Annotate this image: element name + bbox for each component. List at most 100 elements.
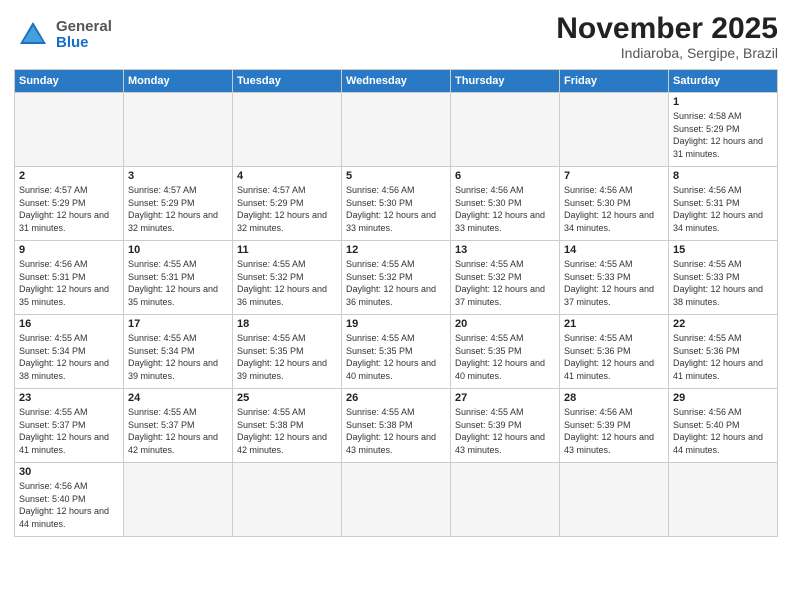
- calendar-header-saturday: Saturday: [669, 70, 778, 93]
- logo-text: General Blue: [56, 19, 112, 52]
- calendar-cell: [233, 463, 342, 537]
- day-info: Sunrise: 4:55 AM Sunset: 5:31 PM Dayligh…: [128, 258, 228, 308]
- page: General Blue November 2025 Indiaroba, Se…: [0, 0, 792, 612]
- calendar-cell: 3 Sunrise: 4:57 AM Sunset: 5:29 PM Daylig…: [124, 167, 233, 241]
- day-number: 2: [19, 170, 119, 182]
- calendar-cell: 19Sunrise: 4:55 AM Sunset: 5:35 PM Dayli…: [342, 315, 451, 389]
- day-info: Sunrise: 4:55 AM Sunset: 5:37 PM Dayligh…: [128, 406, 228, 456]
- calendar-week-row: 2 Sunrise: 4:57 AM Sunset: 5:29 PM Daylig…: [15, 167, 778, 241]
- day-number: 20: [455, 318, 555, 330]
- title-area: November 2025 Indiaroba, Sergipe, Brazil: [556, 12, 778, 61]
- calendar-cell: [669, 463, 778, 537]
- logo-general: General: [56, 18, 112, 35]
- day-number: 23: [19, 392, 119, 404]
- day-number: 17: [128, 318, 228, 330]
- calendar-cell: 16 Sunrise: 4:55 AM Sunset: 5:34 PM Dayli…: [15, 315, 124, 389]
- calendar-cell: 15Sunrise: 4:55 AM Sunset: 5:33 PM Dayli…: [669, 241, 778, 315]
- day-number: 21: [564, 318, 664, 330]
- calendar-cell: 21 Sunrise: 4:55 AM Sunset: 5:36 PM Dayli…: [560, 315, 669, 389]
- day-info: Sunrise: 4:55 AM Sunset: 5:37 PM Dayligh…: [19, 406, 119, 456]
- header: General Blue November 2025 Indiaroba, Se…: [14, 12, 778, 61]
- calendar-cell: [342, 463, 451, 537]
- calendar-week-row: 16 Sunrise: 4:55 AM Sunset: 5:34 PM Dayli…: [15, 315, 778, 389]
- day-info: Sunrise: 4:55 AM Sunset: 5:32 PM Dayligh…: [346, 258, 446, 308]
- day-info: Sunrise: 4:55 AM Sunset: 5:34 PM Dayligh…: [19, 332, 119, 382]
- calendar-cell: 12 Sunrise: 4:55 AM Sunset: 5:32 PM Dayli…: [342, 241, 451, 315]
- day-number: 5: [346, 170, 446, 182]
- day-info: Sunrise: 4:55 AM Sunset: 5:35 PM Dayligh…: [455, 332, 555, 382]
- day-info: Sunrise: 4:57 AM Sunset: 5:29 PM Dayligh…: [128, 184, 228, 234]
- calendar-cell: 5 Sunrise: 4:56 AM Sunset: 5:30 PM Daylig…: [342, 167, 451, 241]
- calendar-cell: 29 Sunrise: 4:56 AM Sunset: 5:40 PM Dayli…: [669, 389, 778, 463]
- day-info: Sunrise: 4:56 AM Sunset: 5:30 PM Dayligh…: [455, 184, 555, 234]
- calendar-cell: [124, 93, 233, 167]
- calendar-cell: 4 Sunrise: 4:57 AM Sunset: 5:29 PM Daylig…: [233, 167, 342, 241]
- calendar-header-wednesday: Wednesday: [342, 70, 451, 93]
- day-info: Sunrise: 4:56 AM Sunset: 5:31 PM Dayligh…: [19, 258, 119, 308]
- logo: General Blue: [14, 16, 112, 54]
- calendar-cell: 2 Sunrise: 4:57 AM Sunset: 5:29 PM Daylig…: [15, 167, 124, 241]
- subtitle: Indiaroba, Sergipe, Brazil: [556, 45, 778, 61]
- day-number: 11: [237, 244, 337, 256]
- calendar-cell: 17 Sunrise: 4:55 AM Sunset: 5:34 PM Dayli…: [124, 315, 233, 389]
- day-info: Sunrise: 4:55 AM Sunset: 5:34 PM Dayligh…: [128, 332, 228, 382]
- day-number: 3: [128, 170, 228, 182]
- calendar-cell: 20 Sunrise: 4:55 AM Sunset: 5:35 PM Dayli…: [451, 315, 560, 389]
- day-info: Sunrise: 4:56 AM Sunset: 5:40 PM Dayligh…: [673, 406, 773, 456]
- calendar-week-row: 30Sunrise: 4:56 AM Sunset: 5:40 PM Dayli…: [15, 463, 778, 537]
- calendar-header-sunday: Sunday: [15, 70, 124, 93]
- calendar-header-tuesday: Tuesday: [233, 70, 342, 93]
- calendar-cell: [451, 93, 560, 167]
- day-info: Sunrise: 4:56 AM Sunset: 5:30 PM Dayligh…: [346, 184, 446, 234]
- day-info: Sunrise: 4:55 AM Sunset: 5:33 PM Dayligh…: [564, 258, 664, 308]
- day-number: 6: [455, 170, 555, 182]
- day-info: Sunrise: 4:55 AM Sunset: 5:36 PM Dayligh…: [564, 332, 664, 382]
- calendar-cell: [15, 93, 124, 167]
- day-number: 22: [673, 318, 773, 330]
- main-title: November 2025: [556, 12, 778, 45]
- logo-icon: [14, 16, 52, 54]
- day-number: 29: [673, 392, 773, 404]
- day-number: 16: [19, 318, 119, 330]
- day-number: 27: [455, 392, 555, 404]
- calendar-cell: 24 Sunrise: 4:55 AM Sunset: 5:37 PM Dayli…: [124, 389, 233, 463]
- day-info: Sunrise: 4:55 AM Sunset: 5:38 PM Dayligh…: [237, 406, 337, 456]
- day-number: 24: [128, 392, 228, 404]
- calendar-cell: 28Sunrise: 4:56 AM Sunset: 5:39 PM Dayli…: [560, 389, 669, 463]
- day-number: 9: [19, 244, 119, 256]
- day-info: Sunrise: 4:55 AM Sunset: 5:32 PM Dayligh…: [455, 258, 555, 308]
- day-info: Sunrise: 4:55 AM Sunset: 5:38 PM Dayligh…: [346, 406, 446, 456]
- calendar-cell: 25 Sunrise: 4:55 AM Sunset: 5:38 PM Dayli…: [233, 389, 342, 463]
- day-info: Sunrise: 4:57 AM Sunset: 5:29 PM Dayligh…: [237, 184, 337, 234]
- day-info: Sunrise: 4:56 AM Sunset: 5:31 PM Dayligh…: [673, 184, 773, 234]
- calendar-cell: 7Sunrise: 4:56 AM Sunset: 5:30 PM Daylig…: [560, 167, 669, 241]
- calendar-header-row: SundayMondayTuesdayWednesdayThursdayFrid…: [15, 70, 778, 93]
- day-number: 14: [564, 244, 664, 256]
- calendar-header-thursday: Thursday: [451, 70, 560, 93]
- day-number: 25: [237, 392, 337, 404]
- logo-blue: Blue: [56, 34, 89, 51]
- calendar-cell: 30Sunrise: 4:56 AM Sunset: 5:40 PM Dayli…: [15, 463, 124, 537]
- day-info: Sunrise: 4:57 AM Sunset: 5:29 PM Dayligh…: [19, 184, 119, 234]
- day-info: Sunrise: 4:55 AM Sunset: 5:32 PM Dayligh…: [237, 258, 337, 308]
- day-number: 10: [128, 244, 228, 256]
- day-number: 19: [346, 318, 446, 330]
- calendar-cell: 10 Sunrise: 4:55 AM Sunset: 5:31 PM Dayli…: [124, 241, 233, 315]
- day-number: 8: [673, 170, 773, 182]
- calendar-cell: [560, 93, 669, 167]
- calendar-cell: 6 Sunrise: 4:56 AM Sunset: 5:30 PM Daylig…: [451, 167, 560, 241]
- calendar-cell: 8 Sunrise: 4:56 AM Sunset: 5:31 PM Daylig…: [669, 167, 778, 241]
- day-number: 4: [237, 170, 337, 182]
- calendar-cell: 22 Sunrise: 4:55 AM Sunset: 5:36 PM Dayli…: [669, 315, 778, 389]
- day-info: Sunrise: 4:55 AM Sunset: 5:36 PM Dayligh…: [673, 332, 773, 382]
- day-info: Sunrise: 4:56 AM Sunset: 5:30 PM Dayligh…: [564, 184, 664, 234]
- calendar-cell: 18Sunrise: 4:55 AM Sunset: 5:35 PM Dayli…: [233, 315, 342, 389]
- day-info: Sunrise: 4:55 AM Sunset: 5:33 PM Dayligh…: [673, 258, 773, 308]
- day-number: 12: [346, 244, 446, 256]
- day-info: Sunrise: 4:55 AM Sunset: 5:39 PM Dayligh…: [455, 406, 555, 456]
- calendar-cell: [451, 463, 560, 537]
- day-info: Sunrise: 4:58 AM Sunset: 5:29 PM Dayligh…: [673, 110, 773, 160]
- day-info: Sunrise: 4:56 AM Sunset: 5:40 PM Dayligh…: [19, 480, 119, 530]
- calendar-cell: 11 Sunrise: 4:55 AM Sunset: 5:32 PM Dayli…: [233, 241, 342, 315]
- day-number: 26: [346, 392, 446, 404]
